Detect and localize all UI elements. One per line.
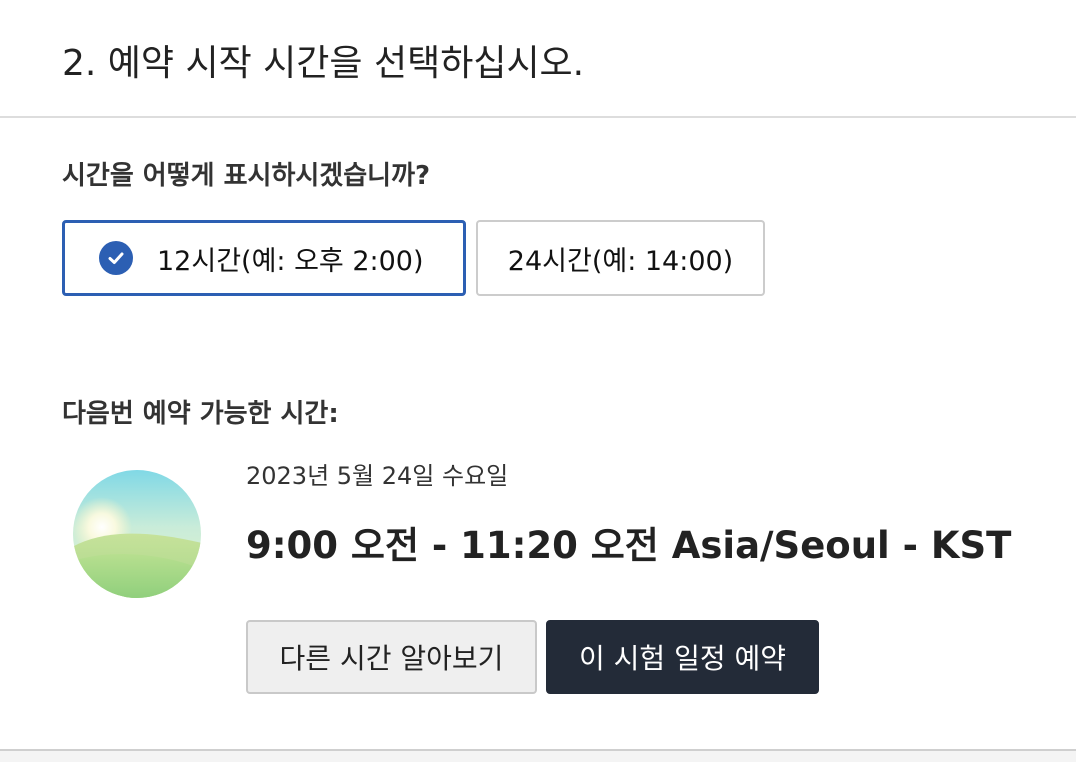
book-exam-button[interactable]: 이 시험 일정 예약 [546,620,819,694]
page-background-strip [0,751,1076,762]
checkmark-icon [108,252,124,264]
step-title: 2. 예약 시작 시간을 선택하십시오. [62,43,585,84]
time-format-question: 시간을 어떻게 표시하시겠습니까? [62,161,431,191]
appointment-time-range: 9:00 오전 - 11:20 오전 Asia/Seoul - KST [246,524,1012,567]
format-12-hour-button[interactable]: 12시간(예: 오후 2:00) [62,220,466,296]
appointment-time-panel: 2. 예약 시작 시간을 선택하십시오. 시간을 어떻게 표시하시겠습니까? 1… [0,0,1076,751]
explore-other-times-button[interactable]: 다른 시간 알아보기 [246,620,537,694]
checkmark-circle-icon [99,241,133,275]
format-24-hour-button[interactable]: 24시간(예: 14:00) [476,220,765,296]
next-available-heading: 다음번 예약 가능한 시간: [62,399,339,429]
format-12-hour-label: 12시간(예: 오후 2:00) [157,245,424,277]
title-divider [0,116,1076,118]
format-24-hour-label: 24시간(예: 14:00) [507,245,734,277]
morning-sun-landscape-icon [72,469,202,599]
appointment-date: 2023년 5월 24일 수요일 [246,462,509,490]
